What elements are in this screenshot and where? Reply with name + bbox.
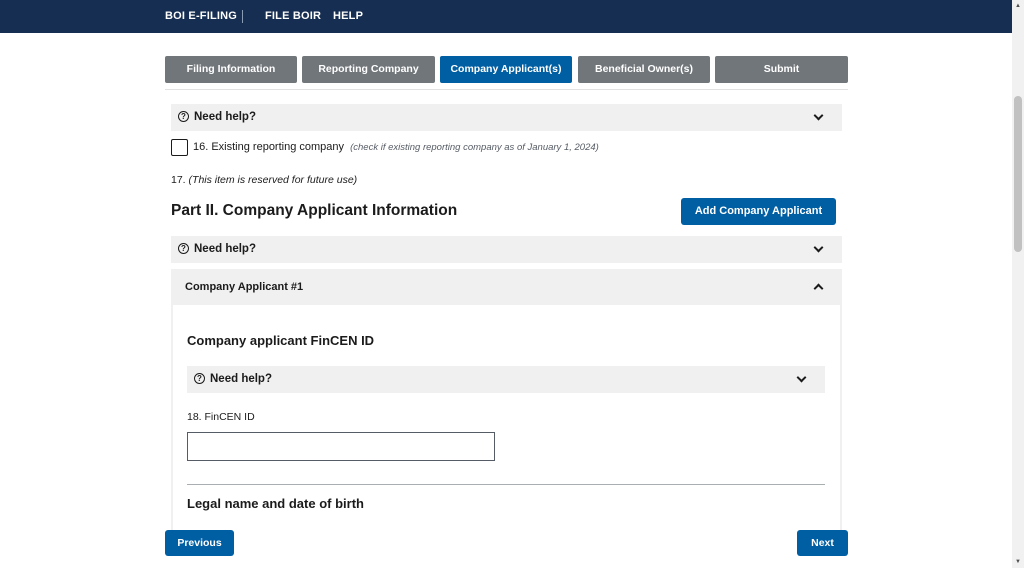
step-beneficial-owners[interactable]: Beneficial Owner(s) <box>578 56 710 83</box>
company-applicant-1-title: Company Applicant #1 <box>185 281 304 293</box>
existing-company-hint: (check if existing reporting company as … <box>350 142 599 153</box>
fincen-id-label: 18. FinCEN ID <box>187 411 255 423</box>
need-help-toggle-2[interactable]: ? Need help? <box>171 236 842 263</box>
step-reporting-company[interactable]: Reporting Company <box>302 56 435 83</box>
nav-boi-efiling[interactable]: BOI E-FILING <box>165 0 237 33</box>
chevron-up-icon <box>813 283 824 294</box>
scroll-down-arrow-icon[interactable]: ▼ <box>1012 556 1024 568</box>
step-submit[interactable]: Submit <box>715 56 848 83</box>
fincen-id-input[interactable] <box>187 432 495 461</box>
nav-separator <box>242 10 243 23</box>
section-divider <box>187 484 825 485</box>
need-help-toggle-1[interactable]: ? Need help? <box>171 104 842 131</box>
chevron-down-icon <box>813 110 824 121</box>
page-scrollbar[interactable]: ▲ ▼ <box>1012 0 1024 568</box>
fincen-section-title: Company applicant FinCEN ID <box>187 333 375 348</box>
question-circle-icon: ? <box>178 243 189 254</box>
company-applicant-1-accordion[interactable]: Company Applicant #1 <box>171 269 842 305</box>
need-help-label: Need help? <box>194 243 256 255</box>
add-company-applicant-button[interactable]: Add Company Applicant <box>681 198 836 225</box>
item-17-number: 17. <box>171 174 186 186</box>
steps-divider <box>165 89 848 90</box>
question-circle-icon: ? <box>194 373 205 384</box>
nav-file-boir[interactable]: FILE BOIR <box>265 0 321 33</box>
chevron-down-icon <box>796 372 807 383</box>
scroll-up-arrow-icon[interactable]: ▲ <box>1012 0 1024 12</box>
chevron-down-icon <box>813 242 824 253</box>
existing-company-label-text: 16. Existing reporting company <box>193 141 345 153</box>
existing-reporting-company-checkbox[interactable] <box>171 139 188 156</box>
step-company-applicants[interactable]: Company Applicant(s) <box>440 56 572 83</box>
need-help-label: Need help? <box>194 111 256 123</box>
existing-reporting-company-label[interactable]: 16. Existing reporting company (check if… <box>193 141 599 153</box>
part-ii-title: Part II. Company Applicant Information <box>171 202 458 219</box>
question-circle-icon: ? <box>178 111 189 122</box>
nav-help[interactable]: HELP <box>333 0 363 33</box>
scrollbar-thumb[interactable] <box>1014 96 1022 252</box>
top-navigation: BOI E-FILING FILE BOIR HELP <box>0 0 1012 33</box>
next-button[interactable]: Next <box>797 530 848 556</box>
legal-name-section-title: Legal name and date of birth <box>187 496 364 511</box>
need-help-label: Need help? <box>210 373 272 385</box>
step-filing-information[interactable]: Filing Information <box>165 56 297 83</box>
item-17-reserved: 17. (This item is reserved for future us… <box>171 174 357 186</box>
item-17-text: (This item is reserved for future use) <box>188 174 358 186</box>
previous-button[interactable]: Previous <box>165 530 234 556</box>
need-help-toggle-3[interactable]: ? Need help? <box>187 366 825 393</box>
